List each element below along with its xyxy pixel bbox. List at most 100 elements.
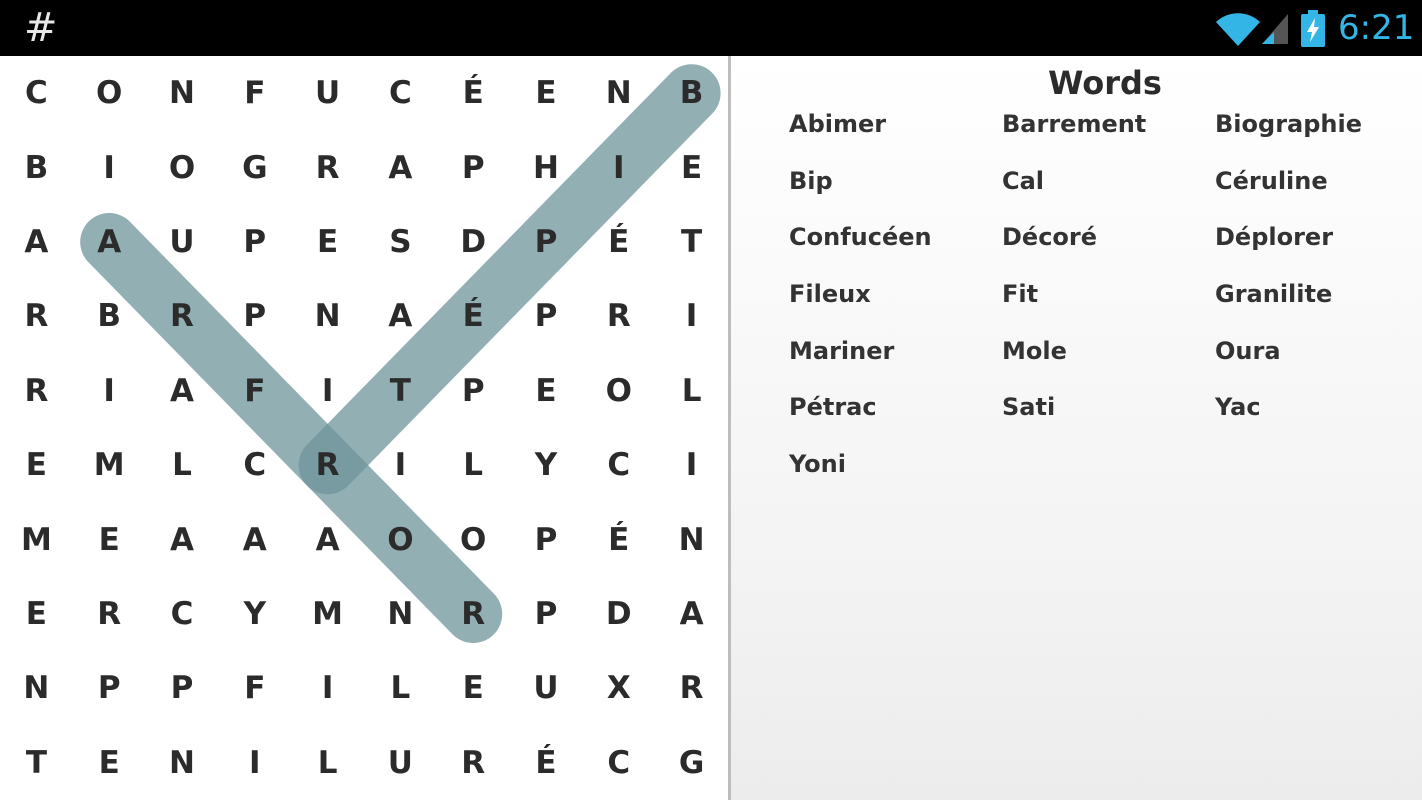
grid-cell[interactable]: R bbox=[291, 428, 364, 502]
grid-cell[interactable]: A bbox=[73, 205, 146, 279]
grid-cell[interactable]: O bbox=[73, 56, 146, 130]
grid-cell[interactable]: A bbox=[364, 130, 437, 204]
grid-cell[interactable]: P bbox=[510, 205, 583, 279]
grid-cell[interactable]: C bbox=[582, 726, 655, 800]
grid-cell[interactable]: R bbox=[0, 279, 73, 353]
grid-cell[interactable]: G bbox=[218, 130, 291, 204]
grid-cell[interactable]: L bbox=[437, 428, 510, 502]
grid-cell[interactable]: C bbox=[364, 56, 437, 130]
grid-cell[interactable]: É bbox=[582, 502, 655, 576]
letter-grid[interactable]: CONFUCÉENBBIOGRAPHIEAAUPESDPÉTRBRPNAÉPRI… bbox=[0, 56, 728, 800]
grid-cell[interactable]: N bbox=[291, 279, 364, 353]
grid-cell[interactable]: T bbox=[655, 205, 728, 279]
grid-cell[interactable]: E bbox=[437, 651, 510, 725]
grid-cell[interactable]: E bbox=[510, 354, 583, 428]
grid-cell[interactable]: B bbox=[655, 56, 728, 130]
grid-cell[interactable]: L bbox=[291, 726, 364, 800]
grid-cell[interactable]: I bbox=[291, 354, 364, 428]
grid-cell[interactable]: O bbox=[582, 354, 655, 428]
grid-cell[interactable]: L bbox=[655, 354, 728, 428]
grid-cell[interactable]: A bbox=[291, 502, 364, 576]
grid-cell[interactable]: D bbox=[582, 577, 655, 651]
grid-cell[interactable]: P bbox=[218, 279, 291, 353]
grid-cell[interactable]: P bbox=[73, 651, 146, 725]
grid-cell[interactable]: P bbox=[437, 354, 510, 428]
grid-cell[interactable]: R bbox=[291, 130, 364, 204]
grid-cell[interactable]: E bbox=[0, 577, 73, 651]
grid-cell[interactable]: E bbox=[0, 428, 73, 502]
grid-cell[interactable]: P bbox=[437, 130, 510, 204]
grid-cell[interactable]: B bbox=[73, 279, 146, 353]
grid-cell[interactable]: L bbox=[364, 651, 437, 725]
grid-cell[interactable]: Y bbox=[510, 428, 583, 502]
grid-cell[interactable]: X bbox=[582, 651, 655, 725]
grid-cell[interactable]: E bbox=[291, 205, 364, 279]
grid-cell[interactable]: É bbox=[582, 205, 655, 279]
grid-cell[interactable]: M bbox=[291, 577, 364, 651]
grid-cell[interactable]: S bbox=[364, 205, 437, 279]
grid-cell[interactable]: F bbox=[218, 651, 291, 725]
grid-cell[interactable]: D bbox=[437, 205, 510, 279]
grid-cell[interactable]: I bbox=[291, 651, 364, 725]
grid-cell[interactable]: C bbox=[582, 428, 655, 502]
grid-cell[interactable]: R bbox=[655, 651, 728, 725]
grid-cell[interactable]: C bbox=[0, 56, 73, 130]
grid-cell[interactable]: O bbox=[146, 130, 219, 204]
grid-cell[interactable]: Y bbox=[218, 577, 291, 651]
grid-cell[interactable]: A bbox=[364, 279, 437, 353]
grid-cell[interactable]: B bbox=[0, 130, 73, 204]
grid-cell[interactable]: I bbox=[655, 428, 728, 502]
grid-cell[interactable]: I bbox=[582, 130, 655, 204]
grid-cell[interactable]: E bbox=[510, 56, 583, 130]
grid-cell[interactable]: I bbox=[73, 130, 146, 204]
grid-cell[interactable]: L bbox=[146, 428, 219, 502]
grid-cell[interactable]: N bbox=[582, 56, 655, 130]
grid-cell[interactable]: N bbox=[364, 577, 437, 651]
grid-cell[interactable]: É bbox=[437, 279, 510, 353]
grid-cell[interactable]: T bbox=[0, 726, 73, 800]
grid-cell[interactable]: M bbox=[0, 502, 73, 576]
grid-cell[interactable]: R bbox=[437, 577, 510, 651]
grid-cell[interactable]: N bbox=[146, 726, 219, 800]
grid-cell[interactable]: T bbox=[364, 354, 437, 428]
grid-cell[interactable]: R bbox=[146, 279, 219, 353]
grid-cell[interactable]: U bbox=[146, 205, 219, 279]
grid-cell[interactable]: G bbox=[655, 726, 728, 800]
grid-cell[interactable]: A bbox=[218, 502, 291, 576]
grid-cell[interactable]: P bbox=[146, 651, 219, 725]
grid-cell[interactable]: O bbox=[437, 502, 510, 576]
grid-cell[interactable]: É bbox=[510, 726, 583, 800]
grid-cell[interactable]: C bbox=[218, 428, 291, 502]
grid-cell[interactable]: P bbox=[510, 502, 583, 576]
grid-cell[interactable]: R bbox=[437, 726, 510, 800]
grid-cell[interactable]: É bbox=[437, 56, 510, 130]
grid-cell[interactable]: F bbox=[218, 354, 291, 428]
grid-cell[interactable]: C bbox=[146, 577, 219, 651]
grid-cell[interactable]: U bbox=[510, 651, 583, 725]
grid-cell[interactable]: A bbox=[655, 577, 728, 651]
grid-cell[interactable]: I bbox=[218, 726, 291, 800]
grid-cell[interactable]: N bbox=[146, 56, 219, 130]
grid-cell[interactable]: M bbox=[73, 428, 146, 502]
grid-cell[interactable]: E bbox=[73, 726, 146, 800]
grid-cell[interactable]: A bbox=[146, 354, 219, 428]
grid-cell[interactable]: F bbox=[218, 56, 291, 130]
grid-cell[interactable]: U bbox=[364, 726, 437, 800]
grid-cell[interactable]: I bbox=[73, 354, 146, 428]
grid-cell[interactable]: I bbox=[655, 279, 728, 353]
grid-cell[interactable]: I bbox=[364, 428, 437, 502]
grid-cell[interactable]: E bbox=[73, 502, 146, 576]
grid-cell[interactable]: O bbox=[364, 502, 437, 576]
grid-cell[interactable]: N bbox=[655, 502, 728, 576]
grid-cell[interactable]: H bbox=[510, 130, 583, 204]
grid-cell[interactable]: U bbox=[291, 56, 364, 130]
grid-cell[interactable]: N bbox=[0, 651, 73, 725]
grid-cell[interactable]: R bbox=[582, 279, 655, 353]
grid-cell[interactable]: R bbox=[0, 354, 73, 428]
grid-cell[interactable]: R bbox=[73, 577, 146, 651]
grid-cell[interactable]: A bbox=[0, 205, 73, 279]
grid-cell[interactable]: P bbox=[218, 205, 291, 279]
grid-cell[interactable]: E bbox=[655, 130, 728, 204]
grid-cell[interactable]: P bbox=[510, 279, 583, 353]
grid-cell[interactable]: P bbox=[510, 577, 583, 651]
